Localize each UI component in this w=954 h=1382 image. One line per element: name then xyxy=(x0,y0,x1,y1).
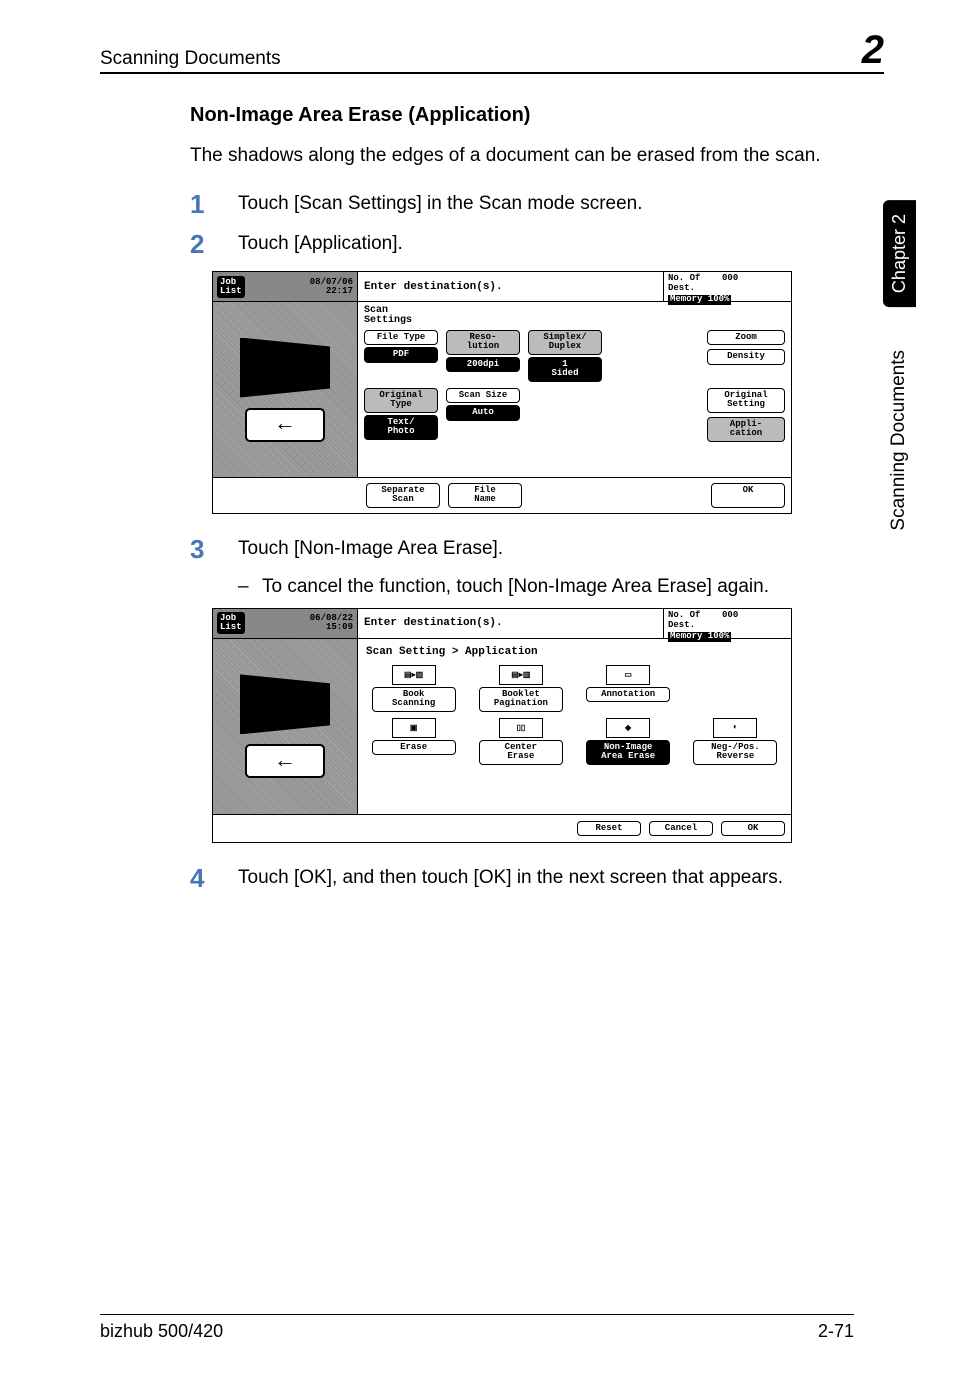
step-4: 4 Touch [OK], and then touch [OK] in the… xyxy=(190,865,854,891)
step-2: 2 Touch [Application]. xyxy=(190,231,854,257)
arrow-left-icon: ← xyxy=(278,412,291,437)
step-number: 4 xyxy=(190,865,238,891)
scan-size-value: Auto xyxy=(446,405,520,420)
sub-text: To cancel the function, touch [Non-Image… xyxy=(262,576,769,598)
page-header: Scanning Documents 2 xyxy=(100,30,884,74)
enter-destination-label: Enter destination(s). xyxy=(358,272,663,301)
status-noof: No. Of xyxy=(668,610,700,620)
booklet-pagination-button[interactable]: Booklet Pagination xyxy=(479,687,563,712)
job-list-button[interactable]: Job List xyxy=(217,276,245,298)
joblist-area: Job List 08/07/06 22:17 xyxy=(213,272,358,301)
ok-button[interactable]: OK xyxy=(711,483,785,508)
step-number: 1 xyxy=(190,191,238,217)
scan-settings-label: Scan Settings xyxy=(364,306,785,326)
enter-destination-label: Enter destination(s). xyxy=(358,609,663,638)
chapter-number: 2 xyxy=(862,30,884,70)
step-1: 1 Touch [Scan Settings] in the Scan mode… xyxy=(190,191,854,217)
lcd-footer: Separate Scan File Name OK xyxy=(213,477,791,513)
side-label-section: Scanning Documents xyxy=(888,350,910,531)
section-title: Non-Image Area Erase (Application) xyxy=(190,104,854,127)
back-arrow-button[interactable]: ← xyxy=(245,744,325,778)
cancel-button[interactable]: Cancel xyxy=(649,821,713,836)
book-scanning-button[interactable]: Book Scanning xyxy=(372,687,456,712)
simplex-value: 1 Sided xyxy=(528,357,602,382)
step-3-sub: – To cancel the function, touch [Non-Ima… xyxy=(238,576,854,598)
document-icon xyxy=(240,674,330,734)
joblist-area: Job List 06/08/22 15:09 xyxy=(213,609,358,638)
density-button[interactable]: Density xyxy=(707,349,785,364)
settings-pane: Scan Settings File Type PDF Reso- lution… xyxy=(358,302,791,477)
step-3: 3 Touch [Non-Image Area Erase]. xyxy=(190,536,854,562)
simplex-duplex-button[interactable]: Simplex/ Duplex xyxy=(528,330,602,355)
document-icon xyxy=(240,338,330,398)
application-pane: Scan Setting > Application ▤▸▥ Book Scan… xyxy=(358,639,791,814)
step-text: Touch [OK], and then touch [OK] in the n… xyxy=(238,865,854,889)
job-list-button[interactable]: Job List xyxy=(217,612,245,634)
original-type-button[interactable]: Original Type xyxy=(364,388,438,413)
non-image-erase-icon: ◈ xyxy=(606,718,650,738)
file-name-button[interactable]: File Name xyxy=(448,483,522,508)
lcd-top-bar: Job List 06/08/22 15:09 Enter destinatio… xyxy=(213,609,791,639)
application-button[interactable]: Appli- cation xyxy=(707,417,785,442)
lcd-screen-scan-settings: Job List 08/07/06 22:17 Enter destinatio… xyxy=(212,271,792,514)
erase-icon: ▣ xyxy=(392,718,436,738)
separate-scan-button[interactable]: Separate Scan xyxy=(366,483,440,508)
non-image-area-erase-button[interactable]: Non-Image Area Erase xyxy=(586,740,670,765)
footer-model: bizhub 500/420 xyxy=(100,1321,223,1342)
book-scanning-icon: ▤▸▥ xyxy=(392,665,436,685)
status-dest: Dest. xyxy=(668,621,787,631)
center-erase-button[interactable]: Center Erase xyxy=(479,740,563,765)
back-arrow-button[interactable]: ← xyxy=(245,408,325,442)
resolution-value: 200dpi xyxy=(446,357,520,372)
booklet-pagination-icon: ▤▸▥ xyxy=(499,665,543,685)
step-number: 2 xyxy=(190,231,238,257)
application-grid: ▤▸▥ Book Scanning ▤▸▥ Booklet Pagination… xyxy=(364,663,785,767)
lcd-screen-application: Job List 06/08/22 15:09 Enter destinatio… xyxy=(212,608,792,843)
lcd-body: ← Scan Settings File Type PDF Reso- luti… xyxy=(213,302,791,477)
center-erase-icon: ▯▯ xyxy=(499,718,543,738)
zoom-button[interactable]: Zoom xyxy=(707,330,785,345)
step-text: Touch [Non-Image Area Erase]. xyxy=(238,536,854,560)
status-count: 000 xyxy=(722,273,738,283)
original-setting-button[interactable]: Original Setting xyxy=(707,388,785,413)
status-area: No. Of 000 Dest. Memory 100% xyxy=(663,609,791,638)
side-tab-chapter: Chapter 2 xyxy=(883,200,916,307)
lcd-top-bar: Job List 08/07/06 22:17 Enter destinatio… xyxy=(213,272,791,302)
preview-pane: ← xyxy=(213,639,358,814)
neg-pos-reverse-button[interactable]: Neg-/Pos. Reverse xyxy=(693,740,777,765)
breadcrumb: Scan Setting > Application xyxy=(364,643,785,663)
bullet-dash: – xyxy=(238,576,262,598)
step-text: Touch [Scan Settings] in the Scan mode s… xyxy=(238,191,854,215)
lcd-body: ← Scan Setting > Application ▤▸▥ Book Sc… xyxy=(213,639,791,814)
erase-button[interactable]: Erase xyxy=(372,740,456,755)
annotation-icon: ▭ xyxy=(606,665,650,685)
status-noof: No. Of xyxy=(668,273,700,283)
status-area: No. Of 000 Dest. Memory 100% xyxy=(663,272,791,301)
lcd-footer: Reset Cancel OK xyxy=(213,814,791,842)
datetime: 08/07/06 22:17 xyxy=(249,278,353,296)
status-dest: Dest. xyxy=(668,284,787,294)
page-footer: bizhub 500/420 2-71 xyxy=(100,1314,854,1342)
neg-pos-reverse-icon: ◐ xyxy=(713,718,757,738)
preview-pane: ← xyxy=(213,302,358,477)
resolution-button[interactable]: Reso- lution xyxy=(446,330,520,355)
file-type-button[interactable]: File Type xyxy=(364,330,438,345)
status-count: 000 xyxy=(722,610,738,620)
footer-page: 2-71 xyxy=(818,1321,854,1342)
intro-text: The shadows along the edges of a documen… xyxy=(190,145,854,167)
original-type-value: Text/ Photo xyxy=(364,415,438,440)
datetime: 06/08/22 15:09 xyxy=(249,614,353,632)
content-area: Non-Image Area Erase (Application) The s… xyxy=(190,104,854,891)
header-section: Scanning Documents xyxy=(100,48,281,70)
arrow-left-icon: ← xyxy=(278,749,291,774)
ok-button[interactable]: OK xyxy=(721,821,785,836)
reset-button[interactable]: Reset xyxy=(577,821,641,836)
file-type-value: PDF xyxy=(364,347,438,362)
annotation-button[interactable]: Annotation xyxy=(586,687,670,702)
step-text: Touch [Application]. xyxy=(238,231,854,255)
scan-size-button[interactable]: Scan Size xyxy=(446,388,520,403)
step-number: 3 xyxy=(190,536,238,562)
